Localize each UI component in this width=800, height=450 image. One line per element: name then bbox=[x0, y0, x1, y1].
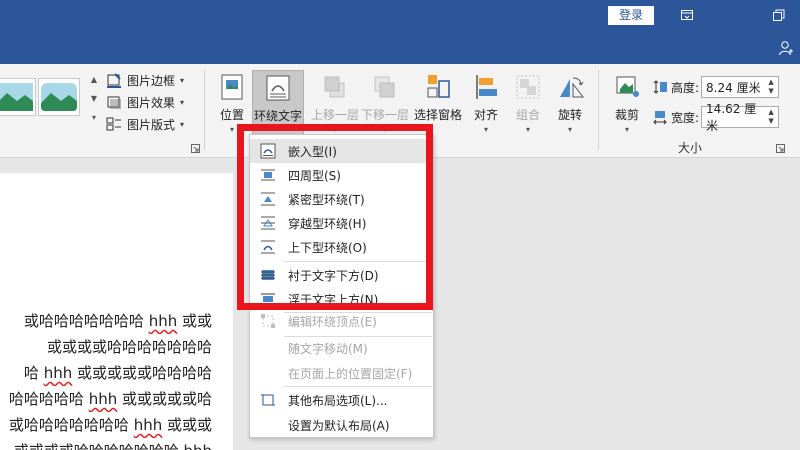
ribbon-separator bbox=[598, 70, 599, 150]
chevron-down-icon: ▾ bbox=[229, 125, 234, 134]
height-input[interactable]: 8.24 厘米 ▲ ▼ bbox=[701, 76, 780, 98]
size-group-label: 大小 bbox=[678, 141, 703, 155]
selection-pane-icon bbox=[427, 75, 450, 98]
send-backward-icon bbox=[374, 76, 395, 98]
picture-effects-label: 图片效果 bbox=[127, 95, 176, 110]
align-icon bbox=[476, 75, 497, 99]
align-button[interactable]: 对齐 ▾ bbox=[470, 70, 502, 140]
group-button[interactable]: 组合 ▾ bbox=[512, 70, 544, 140]
menu-item-set-default-layout[interactable]: 设置为默认布局(A) bbox=[250, 413, 433, 437]
gallery-down-icon[interactable]: ▼ bbox=[88, 89, 100, 108]
wrap-text-label: 环绕文字 bbox=[253, 109, 302, 123]
width-spinner[interactable]: ▲ ▼ bbox=[764, 107, 778, 127]
width-row: 宽度: 14.62 厘米 ▲ ▼ bbox=[652, 102, 780, 133]
chevron-down-icon: ▾ bbox=[567, 125, 572, 134]
position-icon bbox=[221, 74, 243, 100]
picture-border-button[interactable]: 图片边框 ▾ bbox=[106, 70, 184, 90]
menu-item-edit-wrap-points[interactable]: 编辑环绕顶点(E) bbox=[250, 309, 433, 333]
group-icon bbox=[516, 75, 540, 99]
crop-label: 裁剪 bbox=[614, 108, 639, 122]
picture-style-thumbnail[interactable] bbox=[0, 78, 36, 116]
group-label: 组合 bbox=[515, 108, 540, 122]
picture-style-preview-icon bbox=[41, 83, 77, 111]
gallery-up-icon[interactable]: ▲ bbox=[88, 70, 100, 89]
crop-icon bbox=[616, 76, 639, 97]
doc-line: 或哈哈哈哈哈哈哈 hhh 或或或 bbox=[8, 416, 212, 434]
ribbon-display-options-icon[interactable] bbox=[680, 8, 694, 22]
menu-item-move-with-text[interactable]: 随文字移动(M) bbox=[250, 336, 433, 360]
chevron-down-icon: ▾ bbox=[624, 125, 629, 134]
width-input[interactable]: 14.62 厘米 ▲ ▼ bbox=[701, 102, 780, 133]
picture-layout-button[interactable]: 图片版式 ▾ bbox=[106, 114, 184, 134]
doc-line: 或或或或哈哈哈哈哈哈哈 hhh bbox=[0, 438, 212, 450]
position-label: 位置 bbox=[219, 108, 244, 122]
crop-button[interactable]: 裁剪 ▾ bbox=[610, 70, 644, 140]
title-bar: 登录 bbox=[0, 0, 800, 32]
picture-style-preview-icon bbox=[0, 83, 33, 111]
doc-line: 哈 hhh 或或或或或哈哈哈哈 bbox=[23, 364, 212, 382]
menu-item-more-layout-options[interactable]: 其他布局选项(L)... bbox=[250, 388, 433, 412]
width-label: 宽度: bbox=[671, 110, 700, 125]
height-label: 高度: bbox=[671, 80, 700, 95]
doc-line: 哈哈哈哈哈 hhh 或或或或或哈 bbox=[8, 390, 212, 408]
picture-effects-button[interactable]: 图片效果 ▾ bbox=[106, 92, 184, 112]
height-row: 高度: 8.24 厘米 ▲ ▼ bbox=[652, 76, 780, 98]
spin-up-icon[interactable]: ▲ bbox=[768, 108, 773, 117]
rotate-label: 旋转 bbox=[557, 108, 582, 122]
picture-style-thumbnail[interactable] bbox=[38, 78, 80, 116]
chevron-down-icon: ▾ bbox=[525, 125, 530, 134]
menu-item-fix-position[interactable]: 在页面上的位置固定(F) bbox=[250, 361, 433, 385]
picture-layout-label: 图片版式 bbox=[127, 117, 176, 132]
height-spinner[interactable]: ▲ ▼ bbox=[764, 77, 778, 97]
bring-forward-icon bbox=[324, 76, 345, 98]
doc-line: 或或或或哈哈哈哈哈哈哈 bbox=[46, 338, 212, 356]
login-button[interactable]: 登录 bbox=[608, 6, 654, 25]
height-value: 8.24 厘米 bbox=[706, 80, 761, 95]
rotate-icon bbox=[560, 77, 585, 98]
layout-options-icon bbox=[261, 394, 275, 406]
ribbon-separator bbox=[204, 70, 205, 150]
chevron-down-icon: ▾ bbox=[180, 97, 185, 107]
dialog-launcher-icon[interactable] bbox=[191, 144, 200, 153]
wrap-text-icon bbox=[266, 75, 290, 101]
selection-pane-label: 选择窗格 bbox=[413, 108, 462, 122]
send-backward-label: 下移一层 bbox=[360, 108, 409, 122]
share-person-icon[interactable] bbox=[778, 40, 794, 56]
ribbon-tab-bar bbox=[0, 32, 800, 64]
bring-forward-label: 上移一层 bbox=[310, 108, 359, 122]
document-page[interactable]: 或哈哈哈哈哈哈哈 hhh 或或 或或或或哈哈哈哈哈哈哈 哈 hhh 或或或或或哈… bbox=[0, 173, 233, 450]
width-value: 14.62 厘米 bbox=[706, 102, 757, 133]
chevron-down-icon: ▾ bbox=[483, 125, 488, 134]
height-icon bbox=[653, 80, 667, 94]
gallery-more-icon[interactable]: ▾ bbox=[88, 108, 100, 127]
picture-layout-icon bbox=[106, 117, 121, 131]
chevron-down-icon: ▾ bbox=[180, 119, 185, 129]
style-gallery-scroll: ▲ ▼ ▾ bbox=[88, 70, 100, 128]
align-label: 对齐 bbox=[473, 108, 498, 122]
picture-border-icon bbox=[107, 73, 121, 88]
restore-window-icon[interactable] bbox=[772, 8, 786, 22]
menu-divider bbox=[284, 386, 432, 387]
width-icon bbox=[653, 111, 667, 125]
rotate-button[interactable]: 旋转 ▾ bbox=[554, 70, 586, 140]
picture-border-label: 图片边框 bbox=[127, 73, 176, 88]
spin-down-icon[interactable]: ▼ bbox=[768, 117, 773, 126]
dialog-launcher-icon[interactable] bbox=[776, 144, 785, 153]
document-text[interactable]: 或哈哈哈哈哈哈哈 hhh 或或 或或或或哈哈哈哈哈哈哈 哈 hhh 或或或或或哈… bbox=[0, 308, 212, 450]
doc-line: 或哈哈哈哈哈哈哈 hhh 或或 bbox=[23, 312, 212, 330]
chevron-down-icon: ▾ bbox=[180, 75, 185, 85]
picture-effects-icon bbox=[107, 96, 121, 109]
edit-wrap-points-icon bbox=[261, 314, 275, 328]
spin-up-icon[interactable]: ▲ bbox=[768, 78, 773, 87]
highlight-annotation-box bbox=[237, 124, 433, 310]
spin-down-icon[interactable]: ▼ bbox=[768, 87, 773, 96]
